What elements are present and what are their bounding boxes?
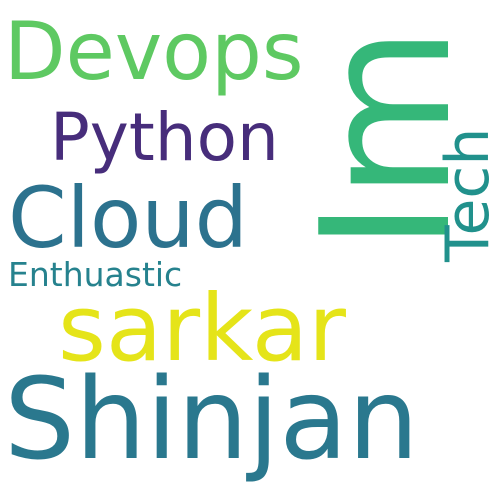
word-shinjan: Shinjan bbox=[4, 355, 419, 485]
word-tech: Tech bbox=[433, 127, 500, 262]
word-python: Python bbox=[50, 99, 279, 176]
word-cloud-text: Cloud bbox=[8, 169, 248, 267]
word-cloud: Devops Im Python Tech Cloud Enthuastic s… bbox=[0, 0, 500, 500]
word-devops: Devops bbox=[4, 5, 304, 98]
